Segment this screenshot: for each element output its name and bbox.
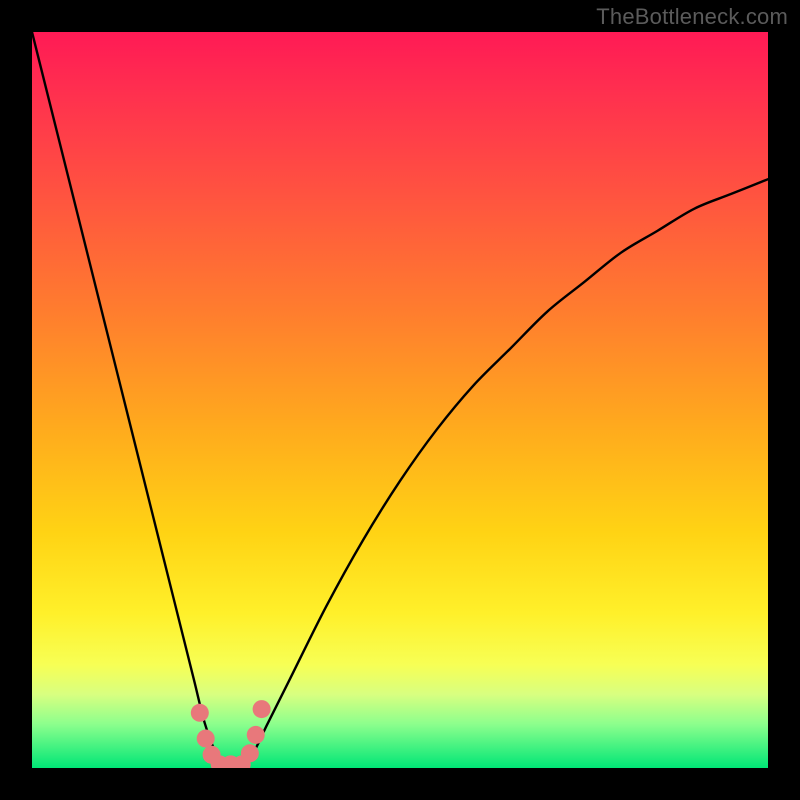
highlight-markers [191,700,271,768]
highlight-dot [253,700,271,718]
highlight-dot [191,704,209,722]
bottleneck-curve [32,32,768,768]
highlight-dot [241,744,259,762]
highlight-dot [247,726,265,744]
curve-layer [32,32,768,768]
chart-frame: TheBottleneck.com [0,0,800,800]
plot-area [32,32,768,768]
watermark-text: TheBottleneck.com [596,4,788,30]
highlight-dot [197,730,215,748]
